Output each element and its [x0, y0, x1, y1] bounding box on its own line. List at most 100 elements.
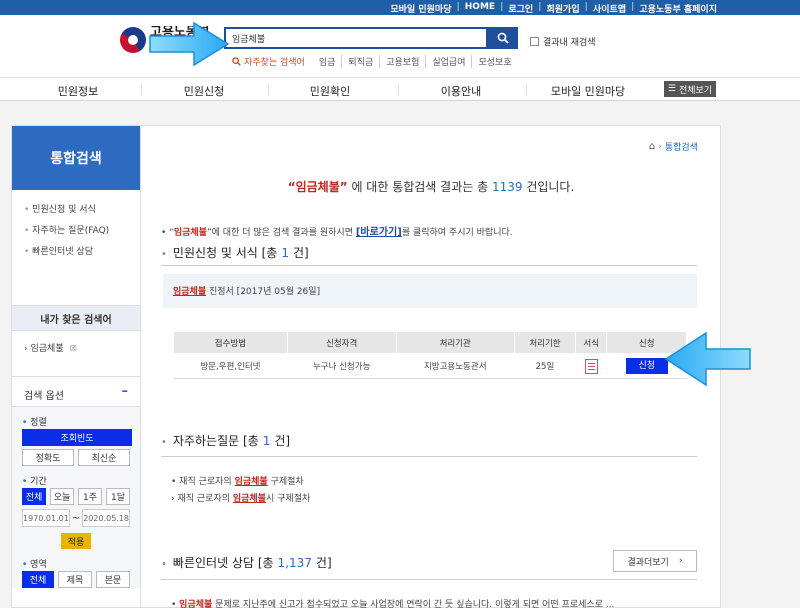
popular-keyword[interactable]: 임금	[313, 55, 342, 68]
sort-by-accuracy-button[interactable]: 정확도	[22, 449, 74, 466]
summary-count: 1139	[491, 180, 523, 194]
nav-item-guide[interactable]: 이용안내	[401, 83, 521, 99]
my-keyword[interactable]: 임금체불	[30, 344, 63, 354]
faq-item: • 재직 근로자의 임금체불 구제절차	[171, 474, 304, 487]
bullet: •	[171, 600, 180, 608]
annotation-arrow-left-icon	[664, 331, 751, 387]
utility-bar: 모바일 민원마당 | HOME | 로그인 | 회원가입 | 사이트맵 | 고용노동부 홈…	[0, 0, 800, 15]
remove-keyword-icon[interactable]: ⊠	[69, 344, 77, 354]
nav-item-mobile[interactable]: 모바일 민원마당	[528, 83, 648, 99]
notice-prefix: • “	[161, 228, 174, 238]
link-login[interactable]: 로그인	[503, 2, 538, 15]
sidebar-item-consult[interactable]: 빠른인터넷 상담	[24, 242, 140, 263]
section-forms-count: 1	[281, 246, 289, 260]
section-forms-end: 건]	[293, 246, 309, 260]
faq-suffix: 구제절차	[267, 477, 304, 487]
search-options-panel: 정렬 조회빈도 정확도 최신순 기간 전체 오늘 1주 1달 1970.01.0…	[12, 407, 140, 588]
sidebar: 통합검색 민원신청 및 서식 자주하는 질문(FAQ) 빠른인터넷 상담 내가 …	[11, 125, 141, 608]
period-week-button[interactable]: 1주	[78, 488, 102, 505]
annotation-arrow-right-icon	[149, 21, 230, 67]
search-button[interactable]	[488, 27, 518, 49]
sidebar-item-faq[interactable]: 자주하는 질문(FAQ)	[24, 221, 140, 242]
apply-button[interactable]: 적용	[61, 533, 91, 549]
result-meta: 진정서 [2017년 05월 26일]	[206, 287, 321, 297]
home-icon[interactable]: ⌂	[649, 141, 655, 152]
search-within-checkbox[interactable]	[530, 37, 539, 46]
sidebar-menu: 민원신청 및 서식 자주하는 질문(FAQ) 빠른인터넷 상담	[12, 190, 140, 269]
more-results-label: 결과더보기	[627, 557, 669, 568]
section-consult-count: 1,137	[277, 556, 312, 570]
date-from-input[interactable]: 1970.01.01	[22, 509, 70, 527]
popular-keywords-label: 자주찾는 검색어	[244, 58, 305, 68]
government-emblem-icon[interactable]	[120, 27, 146, 53]
consult-link[interactable]: 임금체불	[179, 600, 212, 608]
summary-query: “임금체불”	[287, 180, 348, 194]
section-consult-end: 건]	[315, 556, 332, 570]
form-info-table: 접수방법 신청자격 처리기관 처리기한 서식 신청 방문,우편,인터넷 누구나 …	[173, 331, 687, 379]
period-month-button[interactable]: 1달	[106, 488, 130, 505]
more-results-notice: • “임금체불”에 대한 더 많은 검색 결과를 원하시면 [바로가기]를 클릭…	[161, 223, 513, 238]
sort-by-views-button[interactable]: 조회빈도	[22, 429, 132, 446]
shortcut-link[interactable]: [바로가기]	[356, 227, 402, 238]
area-body-button[interactable]: 본문	[96, 571, 130, 588]
result-item: 임금체불 진정서 [2017년 05월 26일]	[163, 274, 697, 308]
faq-item: › 재직 근로자의 임금체불시 구제절차	[171, 491, 310, 504]
popular-keyword[interactable]: 모성보호	[471, 55, 517, 68]
link-sitemap[interactable]: 사이트맵	[588, 2, 631, 15]
date-to-input[interactable]: 2020.05.18	[82, 509, 131, 527]
document-icon[interactable]	[584, 358, 598, 374]
magnifier-icon	[232, 57, 241, 66]
table-header: 처리기한	[513, 331, 577, 354]
table-cell: 방문,우편,인터넷	[173, 353, 288, 379]
breadcrumb-current: 통합검색	[664, 143, 698, 153]
faq-link[interactable]: 임금체불	[233, 494, 266, 504]
table-row: 방문,우편,인터넷 누구나 신청가능 지방고용노동관서 25일 신청	[173, 353, 687, 379]
form-download-cell	[575, 353, 607, 379]
sidebar-title: 통합검색	[12, 126, 140, 190]
period-today-button[interactable]: 오늘	[50, 488, 74, 505]
result-title-link[interactable]: 임금체불	[173, 287, 206, 297]
link-mobile[interactable]: 모바일 민원마당	[385, 2, 456, 15]
my-keywords-title: 내가 찾은 검색어	[12, 305, 140, 331]
table-header: 신청자격	[286, 331, 397, 354]
link-home[interactable]: HOME	[460, 2, 500, 15]
search-results: ⌂ › 통합검색 “임금체불” 에 대한 통합검색 결과는 총 1139 건입니…	[141, 125, 721, 608]
notice-end: 를 클릭하여 주시기 바랍니다.	[401, 228, 513, 238]
my-keyword-arrow-icon: ›	[24, 344, 28, 354]
section-divider	[161, 456, 697, 457]
popular-keyword[interactable]: 실업급여	[425, 55, 471, 68]
all-menu-button[interactable]: ☰ 전체보기	[664, 81, 716, 97]
search-options-header[interactable]: 검색 옵션 –	[12, 377, 140, 407]
notice-text: ”에 대한 더 많은 검색 결과를 원하시면	[206, 228, 356, 238]
area-title-button[interactable]: 제목	[58, 571, 92, 588]
more-results-button[interactable]: 결과더보기 ›	[613, 550, 697, 572]
collapse-icon[interactable]: –	[122, 385, 129, 406]
sidebar-item-forms[interactable]: 민원신청 및 서식	[24, 200, 140, 221]
popular-keyword[interactable]: 퇴직금	[341, 55, 379, 68]
faq-suffix: 시 구제절차	[266, 494, 311, 504]
nav-item-apply[interactable]: 민원신청	[144, 83, 264, 99]
nav-item-check[interactable]: 민원확인	[270, 83, 390, 99]
search-options-title: 검색 옵션	[24, 391, 64, 402]
period-all-button[interactable]: 전체	[22, 488, 46, 505]
consult-text: 문제로 지난주에 신고가 접수되었고 오늘 사업장에 연락이 간 듯 싶습니다.…	[212, 600, 615, 608]
menu-lines-icon: ☰	[667, 84, 676, 94]
area-label: 영역	[22, 549, 130, 571]
table-cell: 누구나 신청가능	[287, 353, 397, 379]
nav-item-info[interactable]: 민원정보	[18, 83, 138, 99]
faq-prefix: › 재직 근로자의	[171, 494, 233, 504]
link-join[interactable]: 회원가입	[542, 2, 585, 15]
popular-keywords: 자주찾는 검색어 임금 퇴직금 고용보험 실업급여 모성보호	[232, 55, 518, 68]
popular-keyword[interactable]: 고용보험	[379, 55, 425, 68]
area-all-button[interactable]: 전체	[22, 571, 54, 588]
search-input[interactable]	[226, 29, 486, 47]
table-cell: 25일	[514, 353, 576, 379]
notice-query: 임금체불	[173, 228, 207, 238]
faq-link[interactable]: 임금체불	[235, 477, 268, 487]
main-navigation: 민원정보 민원신청 민원확인 이용안내 모바일 민원마당 ☰ 전체보기	[0, 77, 800, 101]
table-header-row: 접수방법 신청자격 처리기관 처리기한 서식 신청	[173, 331, 687, 354]
link-ministry-home[interactable]: 고용노동부 홈페이지	[634, 2, 722, 15]
search-within-results[interactable]: 결과내 재검색	[530, 35, 596, 48]
sort-by-latest-button[interactable]: 최신순	[78, 449, 130, 466]
section-faq-title: 자주하는질문 [총1건]	[161, 432, 290, 449]
